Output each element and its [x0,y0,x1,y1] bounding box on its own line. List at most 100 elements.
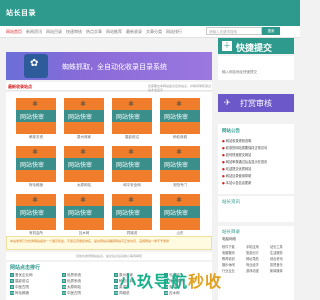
plus-icon: ＋ [222,41,232,51]
bug-icon: ✱ [128,196,134,204]
category-tag[interactable]: 软件下载 [222,244,235,249]
rank-title: 网站点击排行 [10,265,41,271]
bug-icon: ✱ [176,196,182,204]
rank-item[interactable]: 6 优质系统 [62,279,81,284]
category-tag[interactable]: 游戏动漫 [246,268,259,273]
announcement-item[interactable]: 网站审核通过后会显示在首页 [222,159,267,164]
paid-review-label: 打赏审核 [240,99,272,108]
bug-icon: ✱ [80,100,86,108]
quick-submit-label: 快捷提交 [236,44,273,54]
site-card[interactable]: ✱ 网站快审 安阳专门 [160,146,200,190]
site-name: 蚂蚁商城 [173,135,187,139]
rank-item[interactable]: 9 中医古院 [10,285,29,290]
rank-item[interactable]: 5 摄影前沿 [10,279,29,284]
category-tag[interactable]: 站长工具 [270,244,283,249]
site-card[interactable]: ✱ 网站快审 萌芽农资 [16,98,56,142]
notice-bar: 本站收录只为优秀网站提供一个展示机会，不保证流量和排名，提交网站请确保网站可正常… [6,236,212,250]
bug-icon: ✱ [80,148,86,156]
nav-item-categories[interactable]: 文章分类 [146,29,162,35]
site-grid: ✱ 网站快审 萌芽农资 ✱ 网站快审 泉州商家 ✱ 网站快审 摄影前沿 ✱ 网站快审 蚂… [6,92,212,240]
rank-item[interactable]: 10太原网站 [62,285,81,290]
section-title: 最新收录站点 [8,84,32,89]
bug-icon: ✱ [128,100,134,108]
category-tag[interactable]: 教育培训 [222,256,235,261]
nav-item-news[interactable]: 新闻资讯 [26,29,42,35]
site-name: 阿毛鲜蔬 [29,183,43,187]
rank-item[interactable]: 1 爱优企业网 [10,273,33,278]
announcement-item[interactable]: 网站收录规则说明 [222,138,252,143]
category-tag[interactable]: 综合资讯 [270,256,283,261]
quick-submit-button[interactable]: ＋ 快捷提交 [218,38,294,54]
site-card[interactable]: ✱ 网站快审 蚂蚁商城 [160,98,200,142]
footnote: 目前共收录网站站点，提交站点后请耐心等待审核 [6,252,212,260]
rank-item[interactable]: 2 优质系统 [62,273,81,278]
site-logo[interactable]: 站长目录 [6,8,36,18]
site-card[interactable]: ✱ 网站快审 山东 [160,194,200,238]
site-card[interactable]: ✱ 网站快审 和平安全网 [112,146,152,190]
announcement-item[interactable]: 收录的网站需要保持正常访问 [222,145,267,150]
site-thumbnail: ✱ 网站快审 [64,98,104,134]
site-thumbnail: ✱ 网站快审 [160,146,200,182]
site-card[interactable]: ✱ 网站快审 有机会所 [16,194,56,238]
bug-icon: ✱ [176,148,182,156]
site-thumbnail: ✱ 网站快审 [64,194,104,230]
category-tag[interactable]: 娱乐休闲 [222,262,235,267]
site-card[interactable]: ✱ 网站快审 瓦木网 [64,194,104,238]
category-tag[interactable]: 旅游出行 [246,250,259,255]
announcement-item[interactable]: 网站目录使用帮助 [222,173,252,178]
site-card[interactable]: ✱ 网站快审 阿毛鲜蔬 [16,146,56,190]
category-box: 站长目录 电脑网络 软件下载 手机应用 站长工具 电脑数码 旅游出行 生活服务 … [218,226,294,300]
site-thumbnail: ✱ 网站快审 [16,146,56,182]
search-button[interactable]: 搜索 [262,27,280,35]
category-tag[interactable]: 电脑数码 [222,250,235,255]
site-name: 萌芽农资 [29,135,43,139]
announcement-item[interactable]: 欢迎提交优质网站 [222,166,252,171]
section-header: 最新收录站点 您需要在本网站提交您的站点，并等待审核通过后才会显示 [6,82,212,92]
category-tag[interactable]: 商业经济 [246,262,259,267]
submit-hint: 输入网站地址快速提交 [222,70,257,74]
category-tag[interactable]: 影视音乐 [270,262,283,267]
nav-item-fast-review[interactable]: 快速审核 [66,29,82,35]
site-thumbnail: ✱ 网站快审 [112,98,152,134]
nav-item-directory[interactable]: 网站目录 [46,29,62,35]
category-tag[interactable]: 手机应用 [246,244,259,249]
site-name: 泉州商家 [77,135,91,139]
category-tag[interactable]: 生活服务 [270,250,283,255]
bug-icon: ✱ [32,100,38,108]
nav-item-hot[interactable]: 热点文章 [86,29,102,35]
news-box: 站长资讯 [218,196,294,222]
nav-item-ranking[interactable]: 网站排行 [166,29,182,35]
bug-icon: ✱ [128,148,134,156]
watermark-main: 小玖导航 [120,272,189,291]
announcement-box: 网站公告 网站收录规则说明 收录的网站需要保持正常访问 如何快速提交网站 网站审… [218,124,294,194]
category-title: 站长目录 [222,230,240,235]
bug-icon: ✱ [32,148,38,156]
nav-item-recommend[interactable]: 网站推荐 [106,29,122,35]
category-tag[interactable]: 新闻媒体 [270,268,283,273]
category-tag[interactable]: 行业企业 [222,268,235,273]
site-card[interactable]: ✱ 网站快审 同城说 [112,194,152,238]
nav-item-latest[interactable]: 最新收录 [126,29,142,35]
site-card[interactable]: ✱ 网站快审 太原网站 [64,146,104,190]
announcement-item[interactable]: 如何快速提交网站 [222,152,252,157]
paid-review-button[interactable]: ✈ 打赏审核 [218,94,294,112]
rank-item[interactable]: 13阿毛鲜蔬 [10,291,29,296]
bug-icon: ✱ [176,100,182,108]
category-subtitle: 电脑网络 [222,237,236,241]
site-card[interactable]: ✱ 网站快审 泉州商家 [64,98,104,142]
site-thumbnail: ✱ 网站快审 [160,98,200,134]
watermark: 小玖导航秒收 [120,268,222,292]
site-card[interactable]: ✱ 网站快审 摄影前沿 [112,98,152,142]
announcement-item[interactable]: 本站公告信息更新 [222,180,252,185]
section-note: 您需要在本网站提交您的站点，并等待审核通过后才会显示 [148,84,212,92]
promo-banner[interactable]: ✿ 蜘蛛抓取，全自动化收录目录系统 [6,52,212,80]
search-input[interactable]: 请输入关键词搜索 [206,27,262,35]
site-name: 太原网站 [77,183,91,187]
notice-text: 本站收录只为优秀网站提供一个展示机会，不保证流量和排名，提交网站请确保网站可正常… [10,239,170,243]
news-title: 站长资讯 [222,200,240,205]
rank-item[interactable]: 14中医古院 [62,291,81,296]
category-tag[interactable]: 网址导航 [246,256,259,261]
nav-item-home[interactable]: 网站首页 [6,29,22,35]
site-thumbnail: ✱ 网站快审 [16,194,56,230]
bunny-icon: ✿ [24,54,48,78]
